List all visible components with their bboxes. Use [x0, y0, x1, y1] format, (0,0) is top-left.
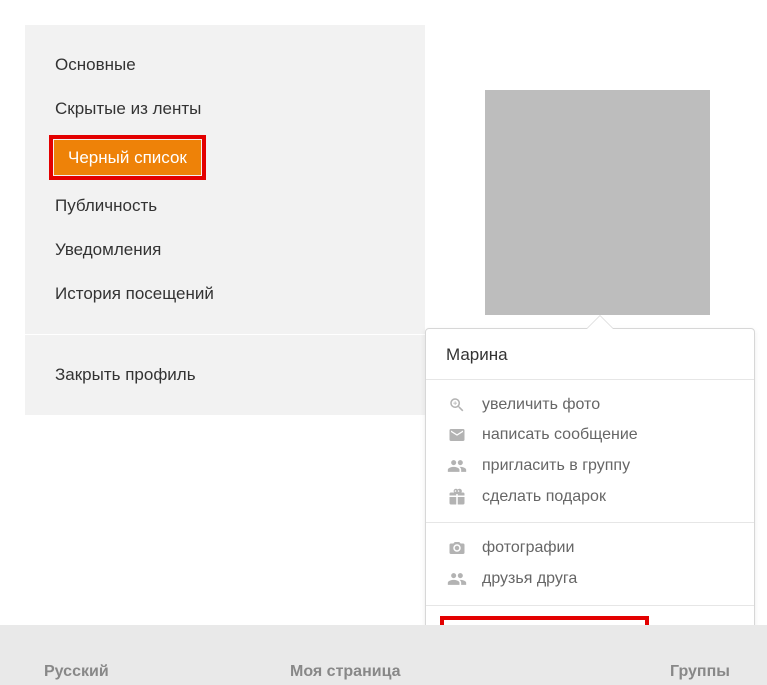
action-zoom-photo[interactable]: увеличить фото	[426, 390, 754, 420]
popover-username[interactable]: Марина	[426, 329, 754, 380]
mail-icon	[446, 426, 468, 444]
zoom-icon	[446, 396, 468, 414]
camera-icon	[446, 539, 468, 557]
sidebar-item-notifications[interactable]: Уведомления	[25, 228, 425, 272]
user-popover: Марина увеличить фото написать сообщение…	[425, 328, 755, 672]
popover-actions-group: увеличить фото написать сообщение пригла…	[426, 380, 754, 523]
sidebar-main-group: Основные Скрытые из ленты Черный список …	[25, 25, 425, 334]
footer-language[interactable]: Русский	[44, 663, 109, 681]
link-label: фотографии	[482, 539, 574, 557]
sidebar-item-publicity[interactable]: Публичность	[25, 184, 425, 228]
action-invite-group[interactable]: пригласить в группу	[426, 450, 754, 482]
sidebar-item-main[interactable]: Основные	[25, 43, 425, 87]
friends-icon	[446, 569, 468, 589]
action-label: написать сообщение	[482, 426, 638, 444]
action-label: сделать подарок	[482, 488, 606, 506]
sidebar-bottom-group: Закрыть профиль	[25, 335, 425, 415]
sidebar-item-blacklist[interactable]: Черный список	[54, 140, 201, 176]
blacklist-highlight-box: Черный список	[49, 135, 206, 181]
settings-sidebar: Основные Скрытые из ленты Черный список …	[25, 25, 425, 415]
user-avatar-placeholder[interactable]	[485, 90, 710, 315]
action-send-message[interactable]: написать сообщение	[426, 420, 754, 450]
gift-icon	[446, 488, 468, 506]
link-label: друзья друга	[482, 570, 577, 588]
sidebar-item-visit-history[interactable]: История посещений	[25, 272, 425, 316]
footer-groups[interactable]: Группы	[670, 663, 730, 681]
sidebar-item-hidden-feed[interactable]: Скрытые из ленты	[25, 87, 425, 131]
action-send-gift[interactable]: сделать подарок	[426, 482, 754, 512]
group-icon	[446, 456, 468, 476]
footer-my-page[interactable]: Моя страница	[290, 663, 401, 681]
link-photos[interactable]: фотографии	[426, 533, 754, 563]
action-label: пригласить в группу	[482, 457, 630, 475]
popover-links-group: фотографии друзья друга	[426, 523, 754, 606]
sidebar-item-close-profile[interactable]: Закрыть профиль	[25, 353, 425, 397]
link-mutual-friends[interactable]: друзья друга	[426, 563, 754, 595]
action-label: увеличить фото	[482, 396, 600, 414]
